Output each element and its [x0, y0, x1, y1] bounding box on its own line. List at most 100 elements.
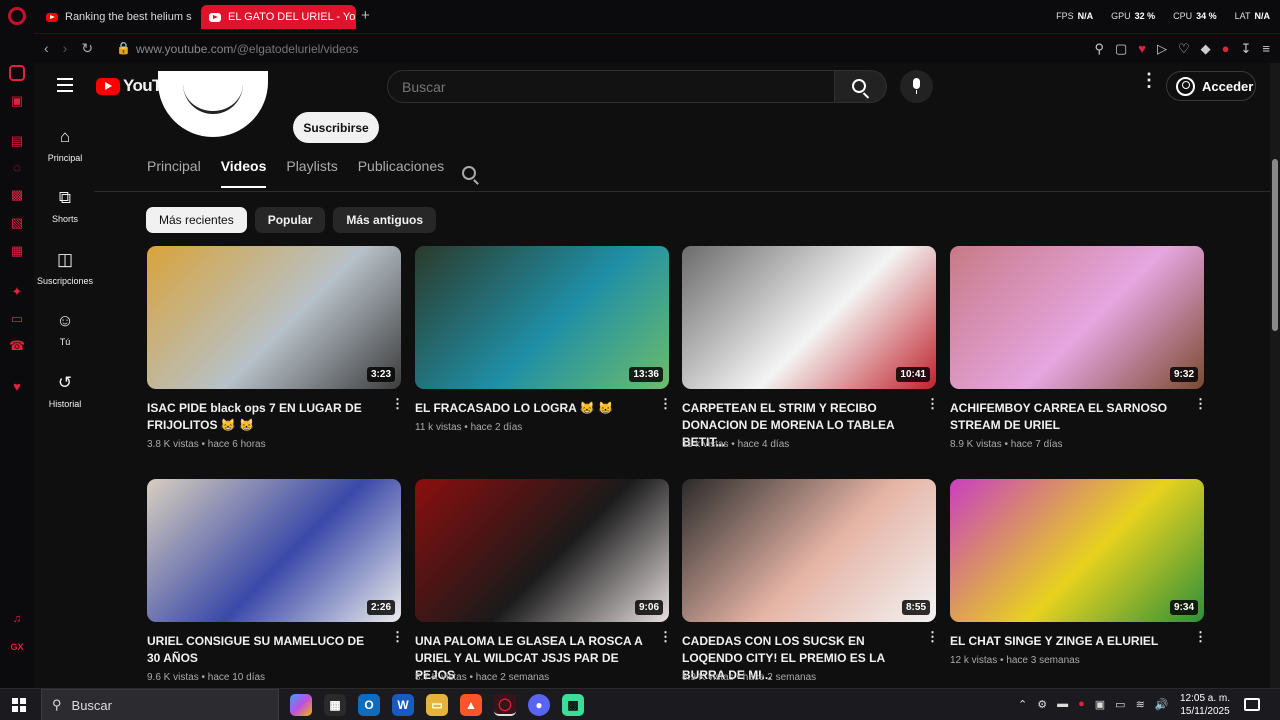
- extensions-icon[interactable]: ◆: [1201, 41, 1211, 57]
- opera-tray-icon[interactable]: ●: [1078, 698, 1085, 711]
- sidebar-gamepad-icon[interactable]: ▣: [9, 93, 25, 109]
- page-scrollbar[interactable]: [1270, 63, 1280, 688]
- hamburger-menu-icon[interactable]: [57, 78, 73, 92]
- video-options-icon[interactable]: ⋮: [926, 630, 939, 643]
- download-icon[interactable]: ↧: [1241, 41, 1252, 57]
- sidebar-whatsapp-icon[interactable]: ☎: [9, 338, 25, 354]
- search-input[interactable]: [402, 79, 802, 95]
- video-options-icon[interactable]: ⋮: [659, 630, 672, 643]
- word-icon[interactable]: W: [392, 694, 414, 716]
- browser-tab-bar: Ranking the best helium s EL GATO DEL UR…: [0, 0, 1280, 33]
- guide-item-you[interactable]: ☺ Tú: [34, 311, 96, 347]
- video-title[interactable]: ACHIFEMBOY CARREA EL SARNOSO STREAM DE U…: [950, 400, 1182, 434]
- notifications-icon[interactable]: [1244, 698, 1260, 711]
- tab-principal[interactable]: Principal: [147, 158, 201, 188]
- menu-icon[interactable]: ≡: [1262, 41, 1270, 57]
- sidebar-home-icon[interactable]: [9, 65, 25, 81]
- subscribe-button[interactable]: Suscribirse: [293, 112, 379, 143]
- video-options-icon[interactable]: ⋮: [391, 630, 404, 643]
- heart-icon[interactable]: ♡: [1178, 41, 1190, 57]
- browser-tab-1[interactable]: Ranking the best helium s: [38, 5, 194, 29]
- snapshot-icon[interactable]: ▢: [1115, 41, 1127, 57]
- voice-search-button[interactable]: [900, 70, 933, 103]
- usb-icon[interactable]: ▬: [1057, 698, 1068, 711]
- channel-search-icon[interactable]: [462, 166, 476, 180]
- copilot-icon[interactable]: [290, 694, 312, 716]
- tab-publicaciones[interactable]: Publicaciones: [358, 158, 444, 188]
- video-title[interactable]: EL CHAT SINGE Y ZINGE A ELURIEL: [950, 633, 1182, 650]
- file-explorer-icon[interactable]: ▭: [426, 694, 448, 716]
- taskbar-search[interactable]: ⚲ Buscar: [41, 689, 279, 720]
- sidebar-speed-icon[interactable]: ◌: [9, 160, 25, 176]
- video-options-icon[interactable]: ⋮: [926, 397, 939, 410]
- subscriptions-icon: ◫: [56, 250, 74, 269]
- wifi-icon[interactable]: ≋: [1136, 698, 1145, 711]
- video-options-icon[interactable]: ⋮: [391, 397, 404, 410]
- sidebar-heart-icon[interactable]: ♥: [9, 379, 25, 395]
- video-thumbnail[interactable]: 13:36: [415, 246, 669, 389]
- video-title[interactable]: URIEL CONSIGUE SU MAMELUCO DE 30 AÑOS: [147, 633, 379, 667]
- chip-oldest[interactable]: Más antiguos: [333, 207, 437, 233]
- reload-icon[interactable]: ↻: [81, 40, 93, 57]
- video-thumbnail[interactable]: 9:06: [415, 479, 669, 622]
- video-title[interactable]: ISAC PIDE black ops 7 EN LUGAR DE FRIJOL…: [147, 400, 379, 434]
- tray-app-icon[interactable]: ⚙: [1037, 698, 1047, 711]
- opera-gx-icon[interactable]: ◯: [494, 694, 516, 716]
- sidebar-bot-icon[interactable]: ▩: [9, 187, 25, 203]
- back-icon[interactable]: ‹: [44, 40, 49, 57]
- pin-icon[interactable]: ⚲: [1094, 41, 1104, 57]
- sidebar-feather-icon[interactable]: ✦: [9, 284, 25, 300]
- player-icon[interactable]: ▷: [1157, 41, 1167, 57]
- chip-recent[interactable]: Más recientes: [146, 207, 247, 233]
- video-thumbnail[interactable]: 2:26: [147, 479, 401, 622]
- new-tab-button[interactable]: +: [361, 7, 370, 24]
- outlook-icon[interactable]: O: [358, 694, 380, 716]
- video-thumbnail[interactable]: 9:32: [950, 246, 1204, 389]
- sidebar-news-icon[interactable]: ▧: [9, 215, 25, 231]
- video-options-icon[interactable]: ⋮: [1194, 397, 1207, 410]
- tab-videos[interactable]: Videos: [220, 158, 267, 188]
- url-field[interactable]: www.youtube.com/@elgatodeluriel/videos: [136, 42, 358, 56]
- battery-icon[interactable]: ▭: [1115, 698, 1125, 711]
- shield-icon[interactable]: ♥: [1138, 41, 1146, 57]
- brave-icon[interactable]: ▲: [460, 694, 482, 716]
- chip-popular[interactable]: Popular: [254, 207, 326, 233]
- profile-icon[interactable]: ●: [1222, 41, 1230, 57]
- guide-item-home[interactable]: ⌂ Principal: [34, 127, 96, 163]
- youtube-favicon-icon: [46, 12, 58, 22]
- sidebar-gx-icon[interactable]: GX: [9, 639, 25, 655]
- search-button[interactable]: [835, 70, 887, 103]
- forward-icon[interactable]: ›: [63, 40, 68, 57]
- display-icon[interactable]: ▣: [1095, 698, 1105, 711]
- discord-icon[interactable]: ●: [528, 694, 550, 716]
- windows-start-icon[interactable]: [12, 698, 26, 712]
- video-title[interactable]: EL FRACASADO LO LOGRA 😸 😸: [415, 400, 647, 417]
- browser-tab-2[interactable]: EL GATO DEL URIEL - You: [201, 5, 356, 29]
- video-thumbnail[interactable]: 9:34: [950, 479, 1204, 622]
- channel-avatar[interactable]: [158, 71, 268, 137]
- sidebar-twitch-icon[interactable]: ▭: [9, 311, 25, 327]
- clock[interactable]: 12:05 a. m. 15/11/2025: [1180, 692, 1230, 718]
- tab-playlists[interactable]: Playlists: [286, 158, 337, 188]
- guide-item-subscriptions[interactable]: ◫ Suscripciones: [34, 250, 96, 286]
- sidebar-music-icon[interactable]: ▦: [9, 243, 25, 259]
- guide-item-history[interactable]: ↺ Historial: [34, 373, 96, 409]
- lock-icon[interactable]: 🔒: [116, 41, 131, 55]
- tab-title: Ranking the best helium s: [65, 11, 192, 23]
- guide-item-shorts[interactable]: ⧉ Shorts: [34, 188, 96, 224]
- sidebar-store-icon[interactable]: ▤: [9, 133, 25, 149]
- signin-button[interactable]: Acceder: [1166, 71, 1256, 101]
- app-icon[interactable]: ▩: [562, 694, 584, 716]
- video-thumbnail[interactable]: 8:55: [682, 479, 936, 622]
- chevron-up-icon[interactable]: ⌃: [1018, 698, 1027, 711]
- store-icon[interactable]: ▦: [324, 694, 346, 716]
- settings-kebab-icon[interactable]: ⋮: [1140, 71, 1158, 89]
- video-options-icon[interactable]: ⋮: [659, 397, 672, 410]
- opera-logo-icon[interactable]: [8, 7, 26, 25]
- video-options-icon[interactable]: ⋮: [1194, 630, 1207, 643]
- volume-icon[interactable]: 🔊: [1155, 698, 1169, 711]
- video-thumbnail[interactable]: 10:41: [682, 246, 936, 389]
- video-thumbnail[interactable]: 3:23: [147, 246, 401, 389]
- sidebar-music-note-icon[interactable]: ♫: [9, 611, 25, 627]
- scrollbar-thumb[interactable]: [1272, 159, 1278, 331]
